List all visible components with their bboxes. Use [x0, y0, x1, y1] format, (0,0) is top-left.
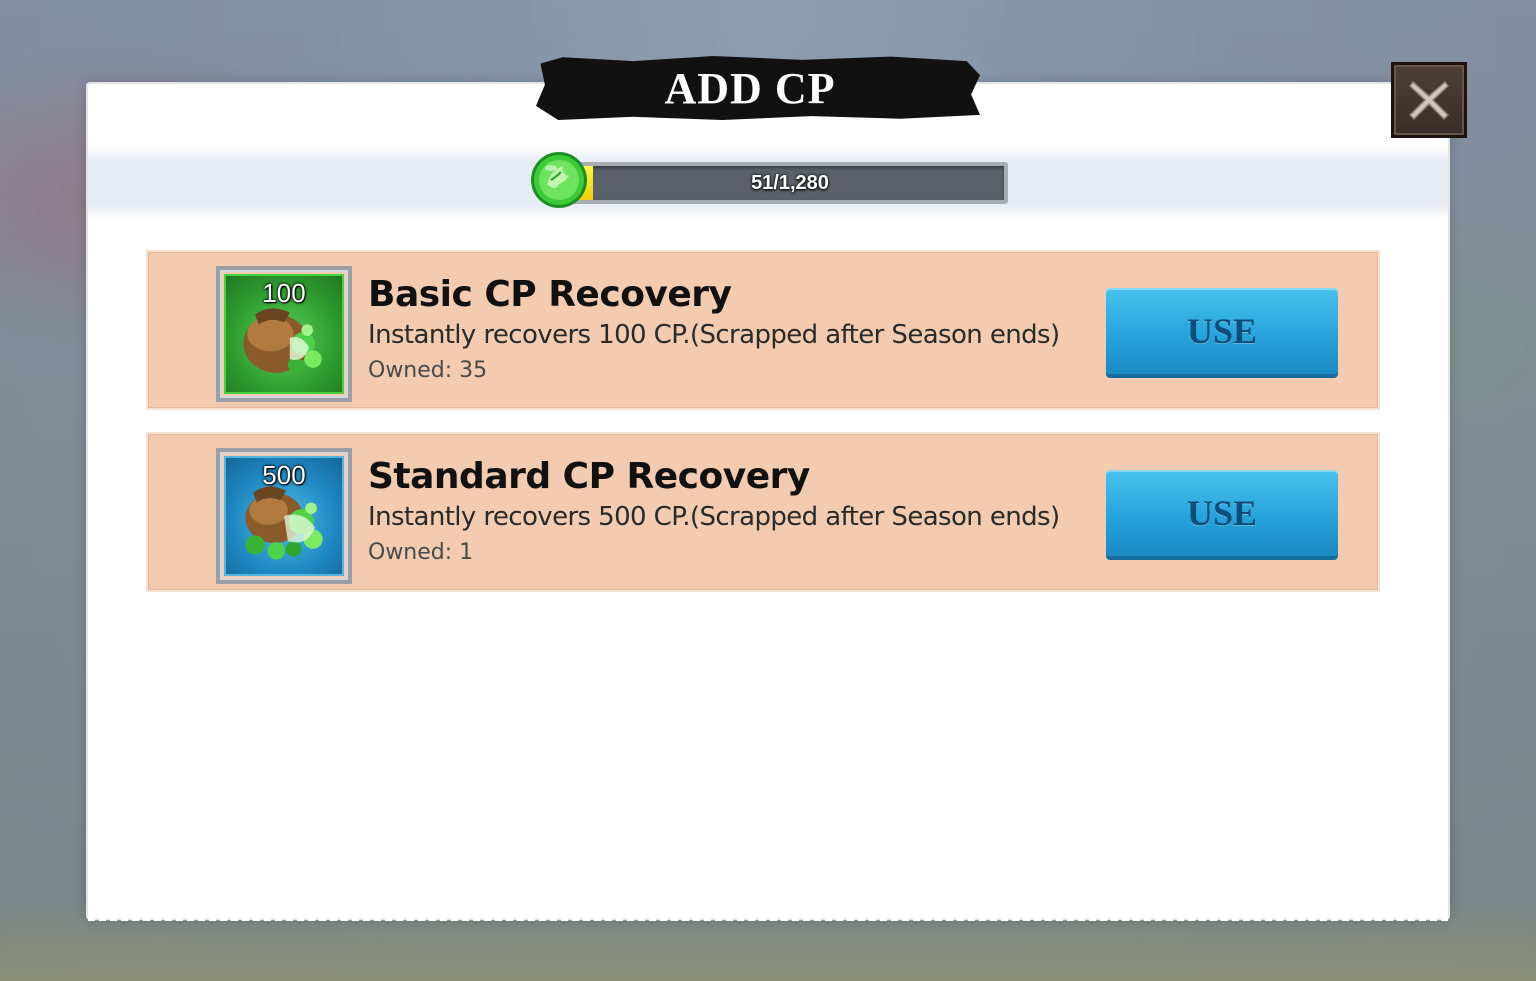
use-button[interactable]: USE [1106, 470, 1338, 556]
item-name: Standard CP Recovery [368, 456, 810, 497]
item-description: Instantly recovers 500 CP.(Scrapped afte… [368, 502, 1060, 532]
cp-pouch-green-icon: 100 [216, 266, 352, 402]
green-gem-icon [531, 152, 587, 208]
item-row-standard-cp-recovery: 500 Standard CP Recovery Instantly recov… [146, 432, 1380, 592]
item-owned-count: Owned: 35 [368, 358, 488, 383]
item-row-basic-cp-recovery: 100 Basic CP Recovery Instantly recovers… [146, 250, 1380, 410]
icon-count: 500 [262, 460, 306, 490]
icon-count: 100 [262, 278, 306, 308]
use-button-label: USE [1186, 493, 1258, 533]
item-description: Instantly recovers 100 CP.(Scrapped afte… [368, 320, 1060, 350]
cp-progress-bar: 51/1,280 [572, 162, 1008, 204]
item-name: Basic CP Recovery [368, 274, 732, 315]
use-button[interactable]: USE [1106, 288, 1338, 374]
cp-pouch-blue-icon: 500 [216, 448, 352, 584]
dialog-title-banner: ADD CP [536, 56, 980, 120]
item-owned-count: Owned: 1 [368, 540, 474, 565]
use-button-label: USE [1186, 311, 1258, 351]
close-x-icon [1408, 80, 1450, 121]
close-button[interactable] [1391, 62, 1467, 138]
cp-progress-text: 51/1,280 [751, 171, 829, 194]
dialog-title: ADD CP [664, 63, 836, 113]
